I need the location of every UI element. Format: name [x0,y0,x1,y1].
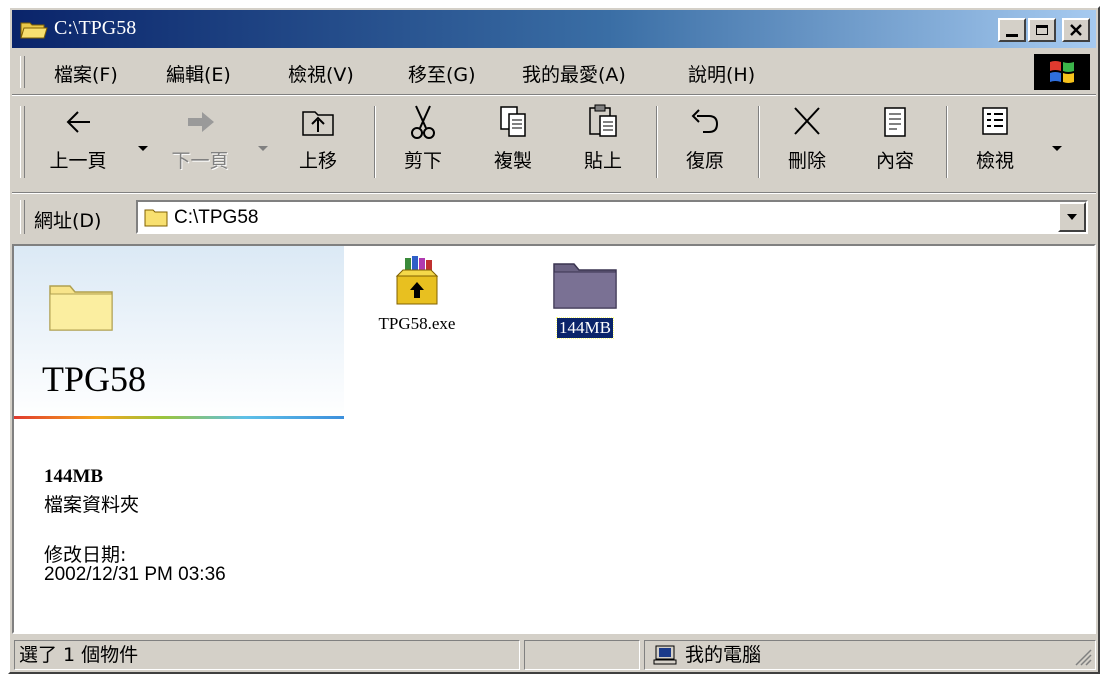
status-location: 我的電腦 [644,640,1096,670]
modified-label: 修改日期: [44,544,127,566]
paste-label: 貼上 [583,150,622,172]
undo-button[interactable]: 復原 [668,102,742,186]
up-label: 上移 [298,150,337,172]
windows-flag-icon [1050,61,1074,83]
file-item[interactable]: TPG58.exe [362,256,472,334]
close-icon [1070,24,1082,36]
folder-item[interactable]: 144MB [530,256,640,339]
folder-open-icon [20,22,48,39]
scissors-icon [411,105,435,139]
paste-button[interactable]: 貼上 [566,102,640,186]
toolbar-separator [656,106,658,178]
selected-item-type: 檔案資料夾 [44,494,140,516]
folder-name: 144MB [556,317,614,339]
folder-icon [553,263,617,309]
menu-go[interactable]: 移至(G) [408,60,476,87]
menu-file[interactable]: 檔案(F) [54,60,118,87]
toolbar-separator [758,106,760,178]
file-name: TPG58.exe [378,314,456,333]
status-selection: 選了 1 個物件 [14,640,520,670]
views-button[interactable]: 檢視 [958,102,1032,186]
folder-view: TPG58 144MB 檔案資料夾 修改日期: 2002/12/31 PM 03… [12,244,1096,634]
folder-title: TPG58 [42,359,147,399]
my-computer-icon [653,645,677,665]
delete-button[interactable]: 刪除 [770,102,844,186]
toolbar-separator [946,106,948,178]
views-label: 檢視 [975,150,1014,172]
menu-edit[interactable]: 編輯(E) [166,60,231,87]
copy-label: 複製 [493,150,532,172]
forward-dropdown-arrow [258,146,268,151]
back-button[interactable]: 上一頁 [38,102,118,186]
modified-date: 2002/12/31 PM 03:36 [44,564,226,585]
close-button[interactable] [1062,18,1090,42]
address-dropdown-button[interactable] [1058,202,1086,232]
title-bar[interactable]: C:\TPG58 [12,10,1096,48]
copy-button[interactable]: 複製 [476,102,550,186]
address-bar: 網址(D) C:\TPG58 [12,194,1096,240]
chevron-down-icon [1067,214,1077,220]
menu-bar: 檔案(F) 編輯(E) 檢視(V) 移至(G) 我的最愛(A) 說明(H) [12,50,1096,94]
menu-help[interactable]: 說明(H) [688,60,755,87]
address-input[interactable]: C:\TPG58 [136,200,1088,234]
properties-button[interactable]: 內容 [858,102,932,186]
status-bar: 選了 1 個物件 我的電腦 [12,638,1096,672]
address-value: C:\TPG58 [174,207,259,228]
address-grip[interactable] [20,200,25,234]
delete-label: 刪除 [787,150,826,172]
menu-favorites[interactable]: 我的最愛(A) [522,60,626,87]
resize-grip-icon[interactable] [1072,646,1092,666]
standard-toolbar: 上一頁 下一頁 上移 剪下 複製 貼上 復原 刪除 內容 檢視 [12,96,1096,192]
back-arrow-icon [66,111,90,133]
status-location-label: 我的電腦 [685,644,762,666]
windows-logo [1034,54,1090,90]
copy-icon [500,106,526,137]
menu-grip[interactable] [20,56,25,88]
folder-up-icon [302,111,334,136]
maximize-button[interactable] [1028,18,1056,42]
address-label: 網址(D) [34,210,102,232]
properties-label: 內容 [875,150,914,172]
forward-button: 下一頁 [160,102,240,186]
folder-icon [144,209,168,227]
decorative-rule [14,416,344,419]
forward-arrow-icon [188,112,214,132]
web-view-info-pane: TPG58 144MB 檔案資料夾 修改日期: 2002/12/31 PM 03… [14,246,344,632]
undo-label: 復原 [685,150,724,172]
selected-item-name: 144MB [44,466,104,487]
paste-icon [589,104,617,137]
up-button[interactable]: 上移 [278,102,358,186]
window-title: C:\TPG58 [54,17,137,39]
undo-icon [691,109,719,133]
back-label: 上一頁 [49,150,107,172]
folder-icon [49,285,113,331]
views-icon [982,107,1008,135]
explorer-window: C:\TPG58 檔案(F) 編輯(E) 檢視(V) 移至(G) 我的最愛(A)… [8,6,1100,674]
toolbar-separator [374,106,376,178]
status-size [524,640,640,670]
cut-label: 剪下 [403,150,442,172]
back-dropdown-arrow[interactable] [138,146,148,151]
maximize-icon [1036,25,1048,35]
minimize-icon [1006,33,1018,37]
toolbar-grip[interactable] [20,106,25,178]
minimize-button[interactable] [998,18,1026,42]
views-dropdown-arrow[interactable] [1052,146,1062,151]
forward-label: 下一頁 [171,150,229,172]
winrar-sfx-icon [395,256,439,305]
delete-x-icon [794,107,820,135]
menu-view[interactable]: 檢視(V) [288,60,354,87]
cut-button[interactable]: 剪下 [386,102,460,186]
properties-icon [884,107,906,137]
